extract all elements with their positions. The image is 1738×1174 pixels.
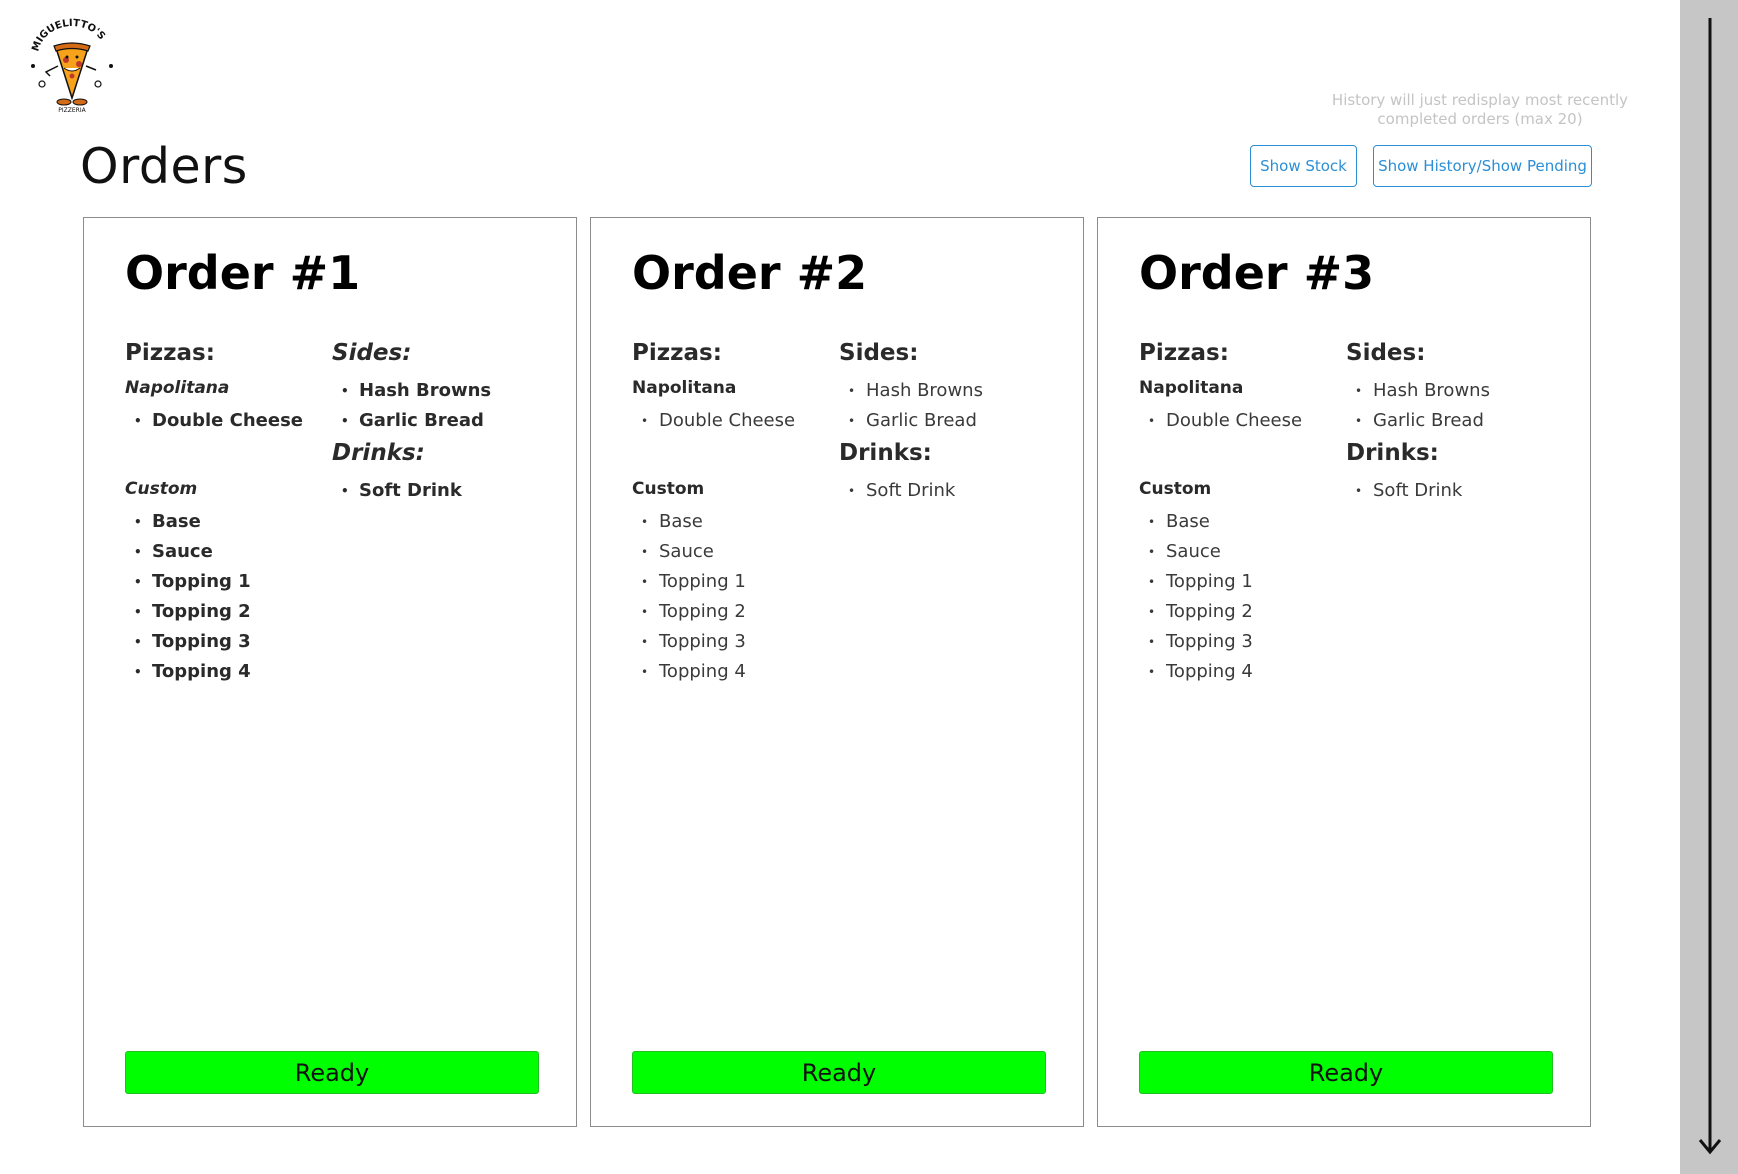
list-item: Soft Drink xyxy=(839,476,1059,506)
list-item: Hash Browns xyxy=(332,376,552,406)
history-note: History will just redisplay most recentl… xyxy=(1331,91,1629,128)
list-item: Topping 4 xyxy=(1139,657,1339,687)
order-card: Order #2 Pizzas: Napolitana Double Chees… xyxy=(590,217,1084,1127)
list-item: Garlic Bread xyxy=(1346,406,1566,436)
pizzas-heading: Pizzas: xyxy=(125,340,215,366)
custom-list: Base Sauce Topping 1 Topping 2 Topping 3… xyxy=(1139,507,1339,687)
pizzas-heading: Pizzas: xyxy=(1139,340,1229,366)
sides-list: Hash Browns Garlic Bread xyxy=(1346,376,1566,436)
list-item: Soft Drink xyxy=(332,476,552,506)
list-item: Double Cheese xyxy=(1139,406,1339,436)
show-stock-button[interactable]: Show Stock xyxy=(1250,145,1357,187)
list-item: Soft Drink xyxy=(1346,476,1566,506)
drinks-list: Soft Drink xyxy=(1346,476,1566,506)
show-history-button[interactable]: Show History/Show Pending xyxy=(1373,145,1592,187)
order-card: Order #1 Pizzas: Napolitana Double Chees… xyxy=(83,217,577,1127)
list-item: Sauce xyxy=(1139,537,1339,567)
sides-drinks-column: Sides: Hash Browns Garlic Bread Drinks: … xyxy=(839,340,1059,506)
list-item: Topping 1 xyxy=(1139,567,1339,597)
ready-button[interactable]: Ready xyxy=(125,1051,539,1094)
custom-list: Base Sauce Topping 1 Topping 2 Topping 3… xyxy=(125,507,325,687)
pizza-toppings-list: Double Cheese xyxy=(632,406,832,456)
list-item: Topping 2 xyxy=(125,597,325,627)
order-title: Order #1 xyxy=(125,246,361,300)
custom-list: Base Sauce Topping 1 Topping 2 Topping 3… xyxy=(632,507,832,687)
drinks-heading: Drinks: xyxy=(332,440,425,466)
list-item: Topping 3 xyxy=(632,627,832,657)
list-item: Garlic Bread xyxy=(839,406,1059,436)
sides-heading: Sides: xyxy=(1346,340,1426,366)
list-item: Topping 1 xyxy=(125,567,325,597)
down-arrow-icon xyxy=(1698,18,1722,1155)
list-item: Sauce xyxy=(125,537,325,567)
pizza-toppings-list: Double Cheese xyxy=(125,406,325,456)
list-item: Base xyxy=(632,507,832,537)
drinks-heading: Drinks: xyxy=(839,440,932,466)
pizza-toppings-list: Double Cheese xyxy=(1139,406,1339,456)
list-item: Topping 4 xyxy=(632,657,832,687)
list-item: Hash Browns xyxy=(839,376,1059,406)
list-item: Topping 3 xyxy=(125,627,325,657)
list-item: Topping 3 xyxy=(1139,627,1339,657)
drinks-list: Soft Drink xyxy=(839,476,1059,506)
list-item: Base xyxy=(125,507,325,537)
custom-heading: Custom xyxy=(1139,479,1212,499)
pizzas-heading: Pizzas: xyxy=(632,340,722,366)
list-item: Hash Browns xyxy=(1346,376,1566,406)
list-item: Garlic Bread xyxy=(332,406,552,436)
pizza-name: Napolitana xyxy=(1139,378,1244,398)
list-item: Topping 2 xyxy=(632,597,832,627)
list-item: Double Cheese xyxy=(125,406,325,436)
order-title: Order #3 xyxy=(1139,246,1375,300)
drinks-heading: Drinks: xyxy=(1346,440,1439,466)
sides-drinks-column: Sides: Hash Browns Garlic Bread Drinks: … xyxy=(332,340,552,506)
pizzeria-logo: MIGUELITTO'S PIZZERIA xyxy=(26,18,118,114)
pizza-name: Napolitana xyxy=(632,378,737,398)
list-item: Topping 2 xyxy=(1139,597,1339,627)
custom-heading: Custom xyxy=(632,479,705,499)
page-title: Orders xyxy=(80,138,248,195)
drinks-list: Soft Drink xyxy=(332,476,552,506)
pizzas-column: Pizzas: Napolitana Double Cheese Custom … xyxy=(125,340,325,687)
list-item: Topping 4 xyxy=(125,657,325,687)
custom-heading: Custom xyxy=(125,479,198,499)
svg-text:PIZZERIA: PIZZERIA xyxy=(58,107,86,114)
list-item: Double Cheese xyxy=(632,406,832,436)
pizza-name: Napolitana xyxy=(125,378,230,398)
order-card: Order #3 Pizzas: Napolitana Double Chees… xyxy=(1097,217,1591,1127)
list-item: Topping 1 xyxy=(632,567,832,597)
ready-button[interactable]: Ready xyxy=(1139,1051,1553,1094)
sides-list: Hash Browns Garlic Bread xyxy=(332,376,552,436)
list-item: Base xyxy=(1139,507,1339,537)
pizzas-column: Pizzas: Napolitana Double Cheese Custom … xyxy=(632,340,832,687)
list-item: Sauce xyxy=(632,537,832,567)
order-title: Order #2 xyxy=(632,246,868,300)
pizzas-column: Pizzas: Napolitana Double Cheese Custom … xyxy=(1139,340,1339,687)
sides-heading: Sides: xyxy=(332,340,412,366)
ready-button[interactable]: Ready xyxy=(632,1051,1046,1094)
sides-list: Hash Browns Garlic Bread xyxy=(839,376,1059,436)
scrollbar[interactable] xyxy=(1680,0,1738,1174)
sides-drinks-column: Sides: Hash Browns Garlic Bread Drinks: … xyxy=(1346,340,1566,506)
sides-heading: Sides: xyxy=(839,340,919,366)
